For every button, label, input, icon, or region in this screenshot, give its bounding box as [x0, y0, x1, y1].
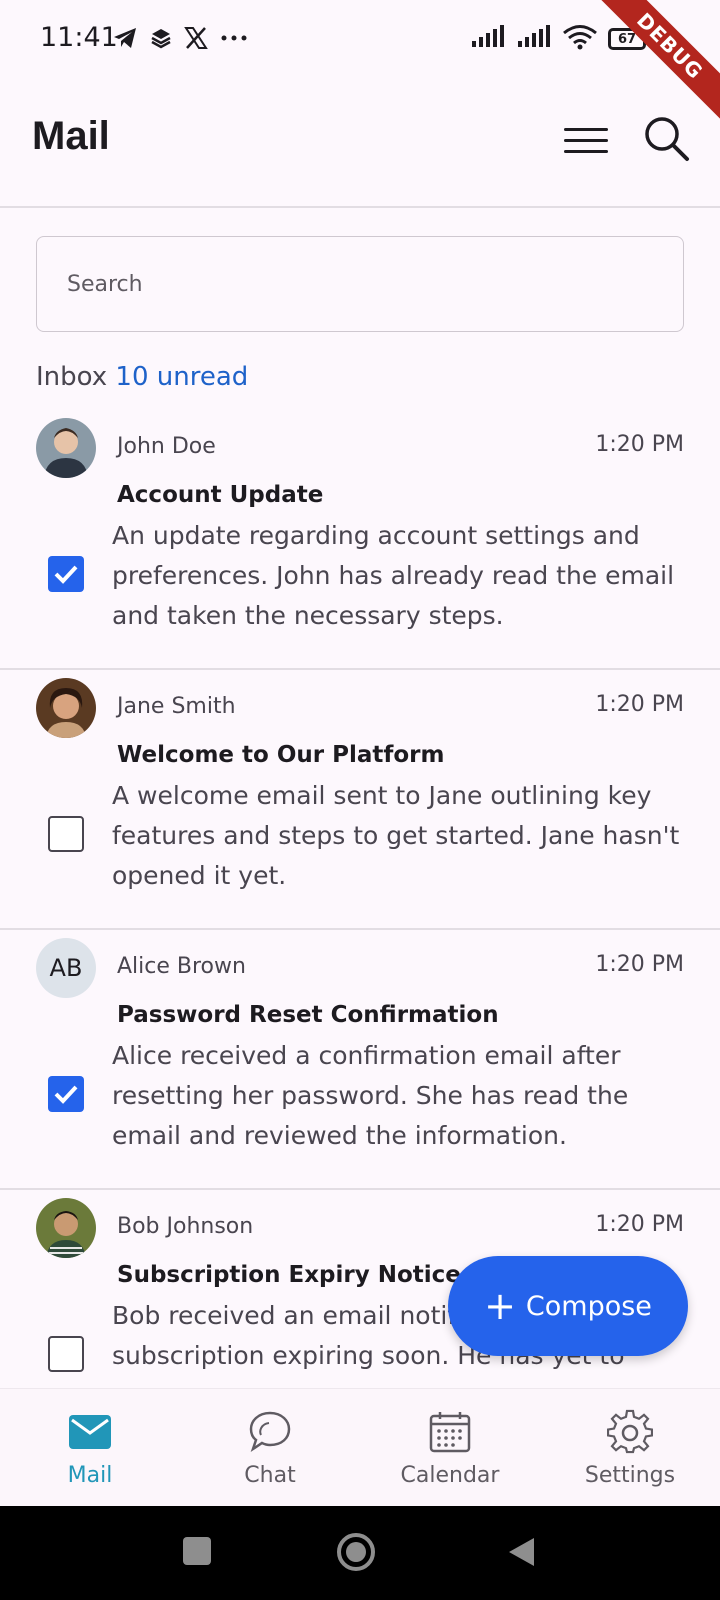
compose-button[interactable]: + Compose — [448, 1256, 688, 1356]
mail-item[interactable]: Jane Smith 1:20 PM Welcome to Our Platfo… — [0, 670, 720, 930]
back-triangle-icon — [509, 1538, 534, 1566]
search-button[interactable] — [642, 114, 692, 164]
mail-subject: Subscription Expiry Notice — [117, 1262, 461, 1288]
search-input[interactable] — [36, 236, 684, 332]
inbox-summary: Inbox 10 unread — [36, 362, 248, 392]
sender-name: Bob Johnson — [117, 1214, 254, 1239]
search-icon — [645, 117, 689, 161]
mail-checkbox[interactable] — [48, 556, 84, 592]
mail-subject: Password Reset Confirmation — [117, 1002, 499, 1028]
menu-icon — [564, 127, 608, 131]
mail-checkbox[interactable] — [48, 1076, 84, 1112]
app-bar: Mail — [0, 80, 720, 208]
checkmark-icon — [54, 565, 78, 584]
sender-name: Alice Brown — [117, 954, 246, 979]
x-icon — [184, 24, 208, 52]
status-notification-icons — [112, 24, 248, 52]
system-navigation-bar — [0, 1506, 720, 1600]
back-button[interactable] — [506, 1536, 536, 1572]
page-title: Mail — [32, 114, 110, 158]
calendar-icon — [425, 1407, 475, 1457]
square-icon — [183, 1537, 211, 1565]
avatar — [36, 418, 96, 478]
compose-label: Compose — [525, 1290, 652, 1322]
menu-button[interactable] — [564, 118, 608, 162]
avatar: AB — [36, 938, 96, 998]
checkmark-icon — [54, 1085, 78, 1104]
nav-item-settings[interactable]: Settings — [540, 1389, 720, 1506]
inbox-label: Inbox — [36, 362, 108, 392]
status-bar: 11:41 67 DEBUG — [0, 0, 720, 121]
signal-icon — [470, 25, 506, 53]
recents-button[interactable] — [182, 1536, 212, 1570]
mail-time: 1:20 PM — [595, 692, 684, 717]
mail-time: 1:20 PM — [595, 1212, 684, 1237]
mail-item[interactable]: AB Alice Brown 1:20 PM Password Reset Co… — [0, 930, 720, 1190]
home-button[interactable] — [336, 1532, 376, 1576]
sender-name: John Doe — [117, 434, 216, 459]
nav-item-mail[interactable]: Mail — [0, 1389, 180, 1506]
nav-label: Mail — [67, 1463, 113, 1488]
layers-icon — [150, 24, 172, 52]
mail-item[interactable]: John Doe 1:20 PM Account Update An updat… — [0, 410, 720, 670]
home-circle-icon — [337, 1533, 375, 1571]
mail-checkbox[interactable] — [48, 1336, 84, 1372]
mail-preview: Alice received a confirmation email afte… — [112, 1041, 629, 1150]
mail-subject: Account Update — [117, 482, 324, 508]
nav-label: Settings — [584, 1463, 676, 1488]
avatar — [36, 1198, 96, 1258]
mail-preview: A welcome email sent to Jane outlining k… — [112, 781, 680, 890]
mail-time: 1:20 PM — [595, 952, 684, 977]
nav-label: Chat — [244, 1463, 296, 1488]
mail-preview: An update regarding account settings and… — [112, 521, 675, 630]
mail-list: John Doe 1:20 PM Account Update An updat… — [0, 410, 720, 1388]
avatar — [36, 678, 96, 738]
bottom-navigation: Mail Chat Calendar Settings — [0, 1388, 720, 1506]
mail-time: 1:20 PM — [595, 432, 684, 457]
more-dots-icon — [220, 24, 248, 52]
plus-icon: + — [484, 1284, 516, 1328]
nav-label: Calendar — [400, 1463, 500, 1488]
mail-subject: Welcome to Our Platform — [117, 742, 445, 768]
telegram-icon — [112, 24, 138, 52]
sender-name: Jane Smith — [117, 694, 236, 719]
status-time: 11:41 — [40, 22, 118, 53]
nav-item-chat[interactable]: Chat — [180, 1389, 360, 1506]
chat-icon — [245, 1407, 295, 1457]
settings-icon — [605, 1407, 655, 1457]
signal-icon — [516, 25, 552, 53]
mail-checkbox[interactable] — [48, 816, 84, 852]
unread-count: 10 unread — [115, 362, 249, 392]
mail-icon — [65, 1407, 115, 1457]
nav-item-calendar[interactable]: Calendar — [360, 1389, 540, 1506]
